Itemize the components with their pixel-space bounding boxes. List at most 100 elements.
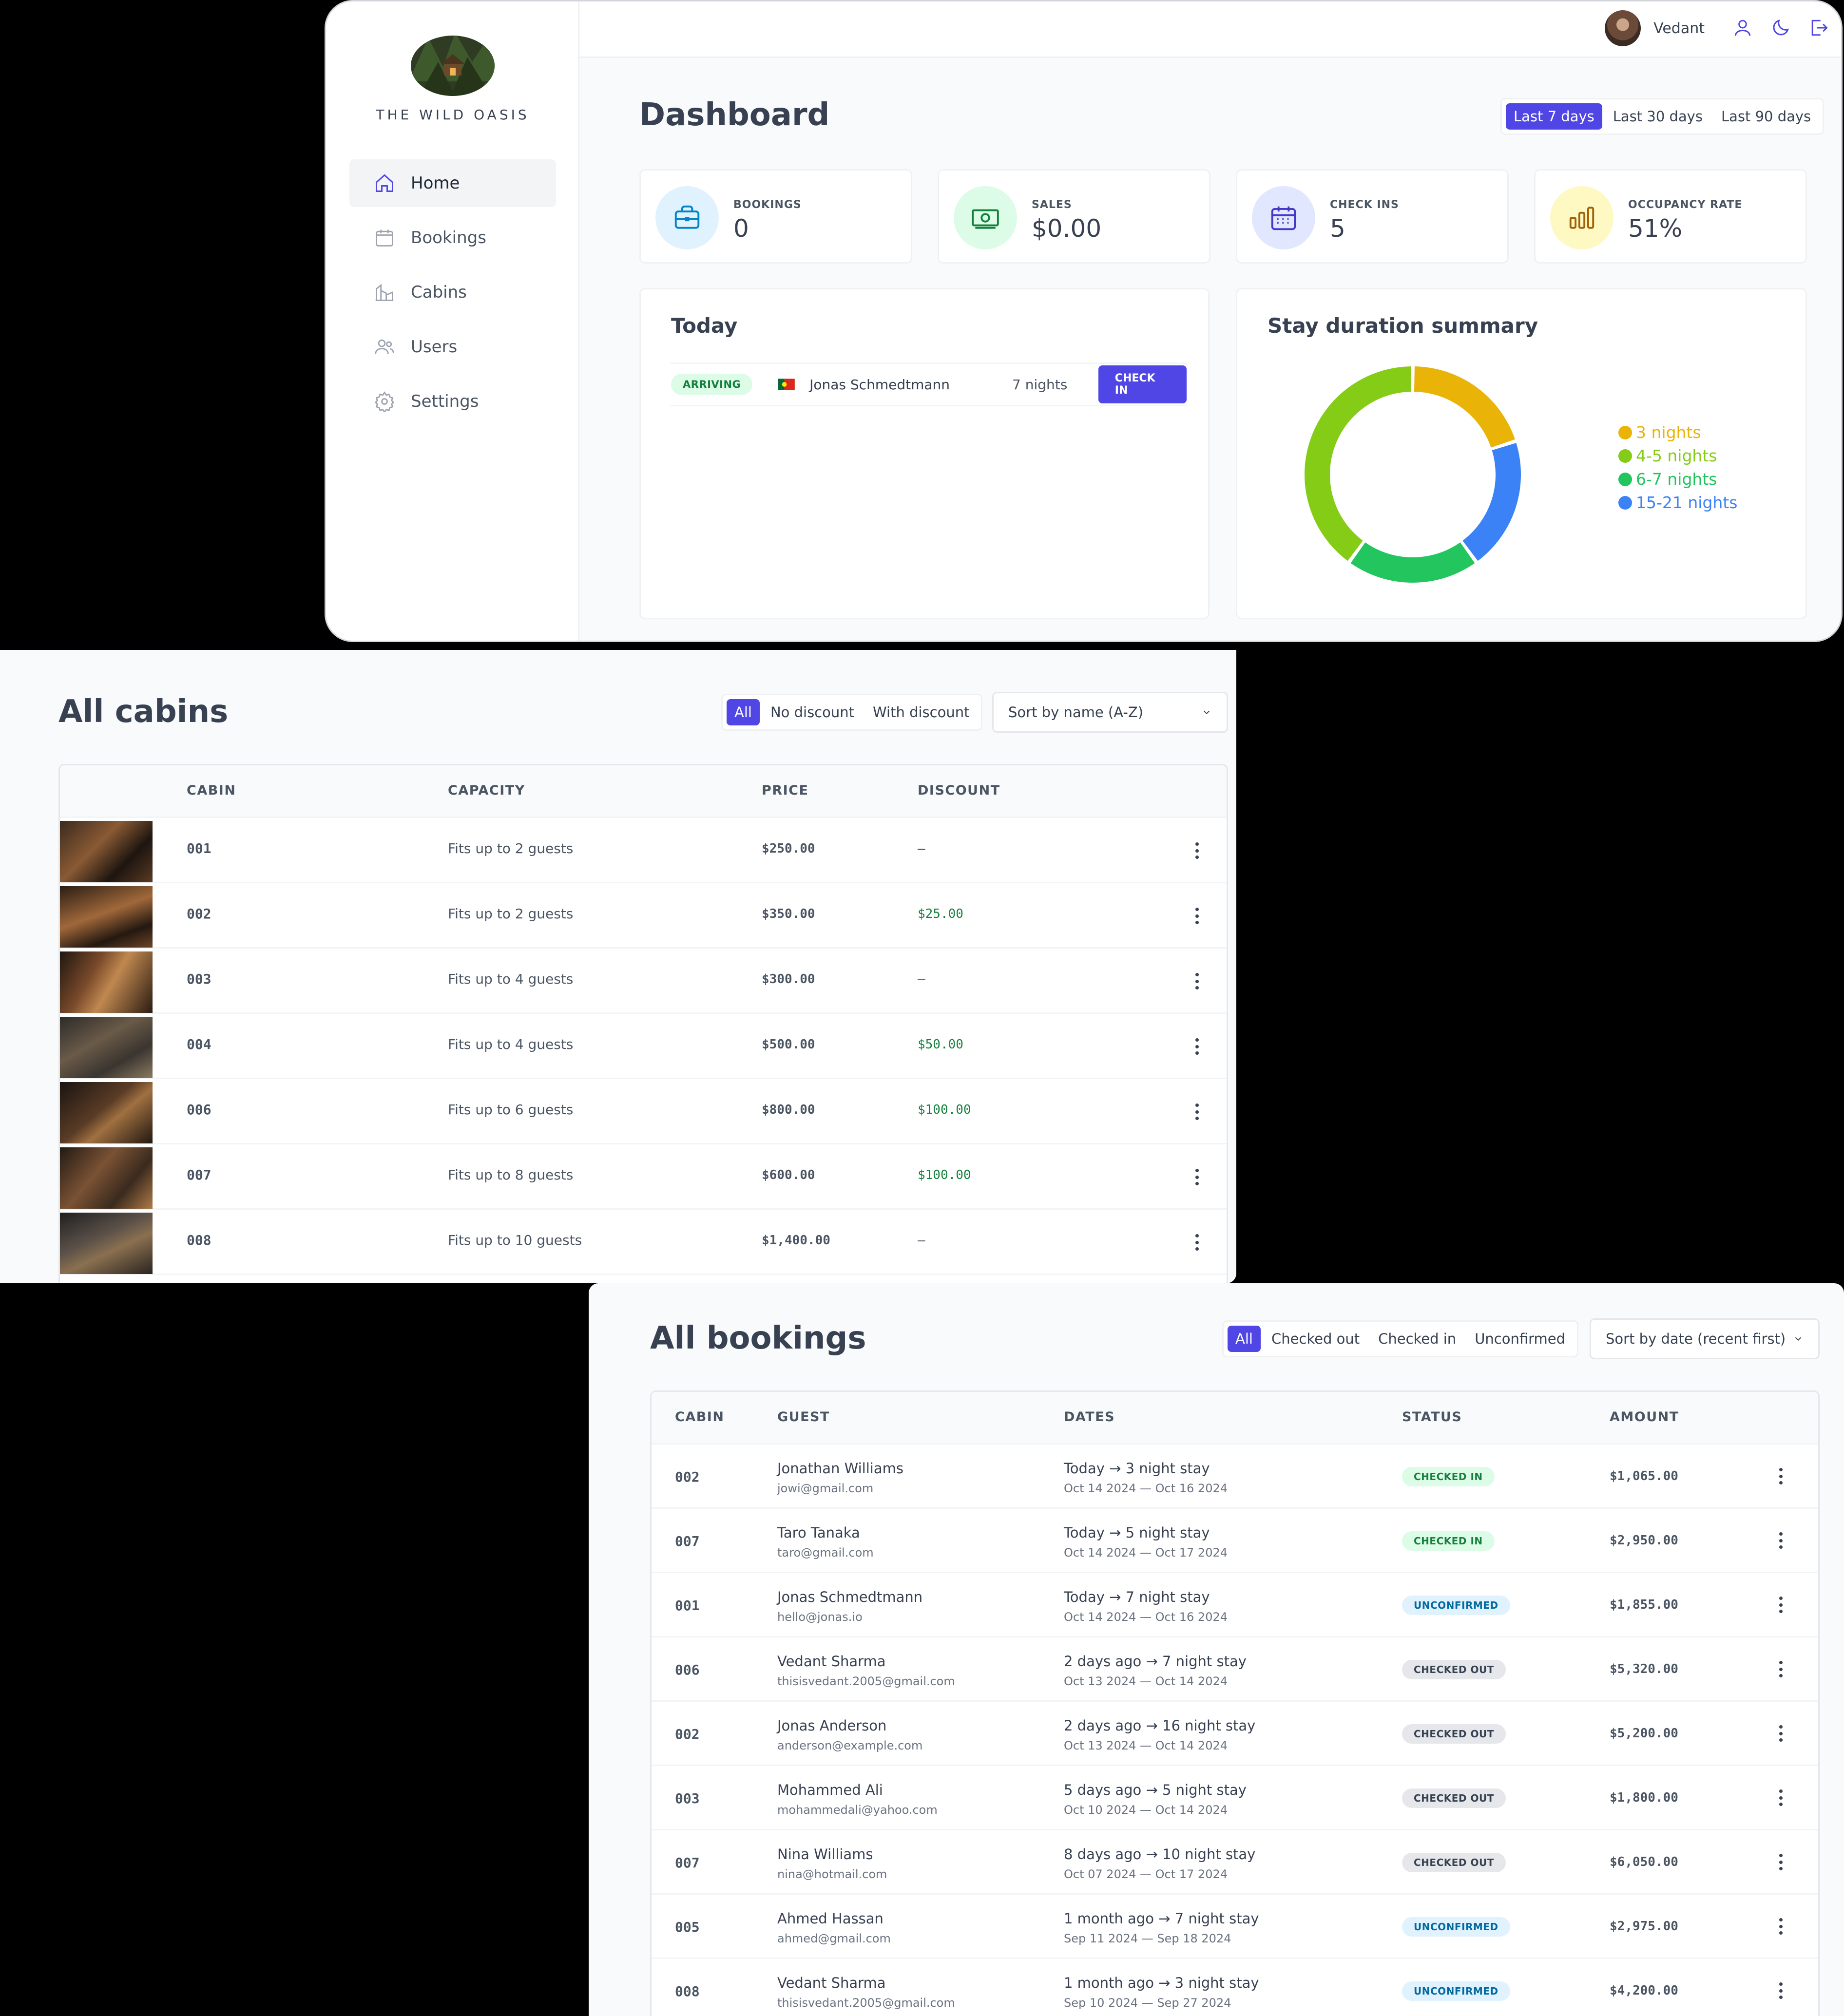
check-in-button[interactable]: CHECK IN xyxy=(1098,365,1187,403)
sort-select-value: Sort by name (A-Z) xyxy=(1008,704,1144,721)
chart-legend: 3 nights 4-5 nights 6-7 nights 15-21 nights xyxy=(1618,421,1737,514)
row-menu-icon[interactable] xyxy=(1779,1982,1783,1999)
sidebar-item-bookings[interactable]: Bookings xyxy=(349,214,556,262)
stat-value: $0.00 xyxy=(1032,214,1102,243)
booking-cabin: 005 xyxy=(675,1919,700,1935)
filter-last-30-days[interactable]: Last 30 days xyxy=(1605,103,1710,130)
legend-item: 15-21 nights xyxy=(1618,491,1737,514)
cabin-capacity: Fits up to 10 guests xyxy=(448,1232,582,1248)
moon-icon[interactable] xyxy=(1770,17,1791,38)
stat-label: BOOKINGS xyxy=(733,199,802,211)
row-menu-icon[interactable] xyxy=(1195,973,1199,989)
flag-icon xyxy=(778,379,795,390)
calendar-icon xyxy=(376,229,393,247)
row-menu-icon[interactable] xyxy=(1195,1169,1199,1185)
cabin-discount: — xyxy=(918,841,925,856)
brand-name: THE WILD OASIS xyxy=(376,107,530,123)
cabin-price: $800.00 xyxy=(762,1103,815,1117)
column-header-discount: DISCOUNT xyxy=(918,783,1000,798)
table-row: 008 Vedant Sharma thisisvedant.2005@gmail.… xyxy=(652,1959,1818,2016)
table-row: 004 Fits up to 4 guests $500.00 $50.00 xyxy=(60,1014,1227,1079)
row-menu-icon[interactable] xyxy=(1779,1661,1783,1677)
row-menu-icon[interactable] xyxy=(1195,1234,1199,1251)
booking-date-range: Sep 11 2024 — Sep 18 2024 xyxy=(1064,1932,1231,1945)
briefcase-icon xyxy=(674,205,700,229)
legend-label: 6-7 nights xyxy=(1636,470,1717,489)
booking-cabin: 007 xyxy=(675,1533,700,1549)
booking-amount: $4,200.00 xyxy=(1610,1983,1678,1998)
row-menu-icon[interactable] xyxy=(1779,1789,1783,1806)
legend-dot xyxy=(1618,473,1632,486)
column-header-guest: GUEST xyxy=(777,1409,830,1425)
row-menu-icon[interactable] xyxy=(1779,1854,1783,1870)
donut-slice-15-21-nights[interactable] xyxy=(1462,443,1521,561)
logout-icon[interactable] xyxy=(1808,17,1829,38)
filter-last-7-days[interactable]: Last 7 days xyxy=(1506,103,1602,130)
donut-slice-3-nights[interactable] xyxy=(1414,366,1515,448)
guest-name: Jonas Schmedtmann xyxy=(777,1589,923,1605)
row-menu-icon[interactable] xyxy=(1779,1918,1783,1935)
cabin-price: $600.00 xyxy=(762,1168,815,1182)
chevron-down-icon xyxy=(1795,1337,1802,1341)
stat-card-check-ins: CHECK INS 5 xyxy=(1236,169,1509,264)
filter-with-discount[interactable]: With discount xyxy=(865,699,977,725)
user-menu[interactable]: Vedant xyxy=(1605,10,1705,46)
cabin-price: $500.00 xyxy=(762,1037,815,1052)
dashboard-window: THE WILD OASIS Home Bookings Cabins User… xyxy=(325,0,1843,642)
sort-select[interactable]: Sort by date (recent first) xyxy=(1590,1318,1820,1359)
cabin-name: 006 xyxy=(187,1102,211,1118)
donut-slice-4-5-nights[interactable] xyxy=(1305,366,1412,561)
legend-label: 15-21 nights xyxy=(1636,493,1738,512)
row-menu-icon[interactable] xyxy=(1779,1597,1783,1613)
sidebar-item-settings[interactable]: Settings xyxy=(349,378,556,425)
status-badge: CHECKED IN xyxy=(1402,1531,1495,1551)
table-row: 008 Fits up to 10 guests $1,400.00 — xyxy=(60,1210,1227,1275)
guest-email: mohammedali@yahoo.com xyxy=(777,1803,938,1817)
cabin-price: $250.00 xyxy=(762,841,815,856)
legend-item: 6-7 nights xyxy=(1618,468,1737,491)
row-menu-icon[interactable] xyxy=(1195,908,1199,924)
today-activity-row: ARRIVING Jonas Schmedtmann 7 nights CHEC… xyxy=(670,362,1187,406)
cabin-discount: — xyxy=(918,972,925,987)
booking-relative-date: Today → 5 night stay xyxy=(1064,1524,1210,1541)
booking-cabin: 008 xyxy=(675,1983,700,1999)
guest-email: hello@jonas.io xyxy=(777,1610,863,1624)
filter-no-discount[interactable]: No discount xyxy=(763,699,862,725)
sidebar-item-users[interactable]: Users xyxy=(349,323,556,371)
sidebar-item-home[interactable]: Home xyxy=(349,159,556,207)
filter-checked-out[interactable]: Checked out xyxy=(1264,1326,1367,1352)
booking-date-range: Oct 14 2024 — Oct 17 2024 xyxy=(1064,1546,1228,1560)
row-menu-icon[interactable] xyxy=(1779,1725,1783,1742)
column-header-amount: AMOUNT xyxy=(1610,1409,1679,1425)
filter-all[interactable]: All xyxy=(1228,1326,1261,1352)
row-menu-icon[interactable] xyxy=(1195,1038,1199,1055)
table-header: CABIN GUEST DATES STATUS AMOUNT xyxy=(652,1392,1818,1445)
row-menu-icon[interactable] xyxy=(1195,842,1199,859)
cabin-capacity: Fits up to 8 guests xyxy=(448,1167,574,1183)
table-row: 002 Jonas Anderson anderson@example.com 2 d… xyxy=(652,1702,1818,1766)
avatar xyxy=(1605,10,1641,46)
stat-label: OCCUPANCY RATE xyxy=(1628,199,1743,211)
row-menu-icon[interactable] xyxy=(1779,1532,1783,1549)
booking-date-range: Oct 10 2024 — Oct 14 2024 xyxy=(1064,1803,1228,1817)
filter-last-90-days[interactable]: Last 90 days xyxy=(1713,103,1819,130)
sidebar-item-cabins[interactable]: Cabins xyxy=(349,268,556,316)
stay-duration-donut-chart xyxy=(1305,366,1521,583)
donut-slice-6-7-nights[interactable] xyxy=(1350,542,1475,583)
row-menu-icon[interactable] xyxy=(1779,1468,1783,1484)
sidebar-item-label: Home xyxy=(411,173,460,193)
filter-checked-in[interactable]: Checked in xyxy=(1370,1326,1464,1352)
sort-select[interactable]: Sort by name (A-Z) xyxy=(992,692,1228,733)
guest-email: ahmed@gmail.com xyxy=(777,1932,891,1945)
cabin-image xyxy=(60,1082,153,1143)
user-icon[interactable] xyxy=(1732,17,1753,38)
guest-name: Taro Tanaka xyxy=(777,1524,860,1541)
booking-amount: $1,800.00 xyxy=(1610,1790,1678,1805)
table-row: 006 Fits up to 6 guests $800.00 $100.00 xyxy=(60,1079,1227,1144)
cabin-capacity: Fits up to 2 guests xyxy=(448,840,574,856)
filter-unconfirmed[interactable]: Unconfirmed xyxy=(1467,1326,1573,1352)
cabin-discount: — xyxy=(918,1233,925,1248)
row-menu-icon[interactable] xyxy=(1195,1103,1199,1120)
filter-all[interactable]: All xyxy=(727,699,760,725)
booking-date-range: Sep 10 2024 — Sep 27 2024 xyxy=(1064,1996,1231,2010)
